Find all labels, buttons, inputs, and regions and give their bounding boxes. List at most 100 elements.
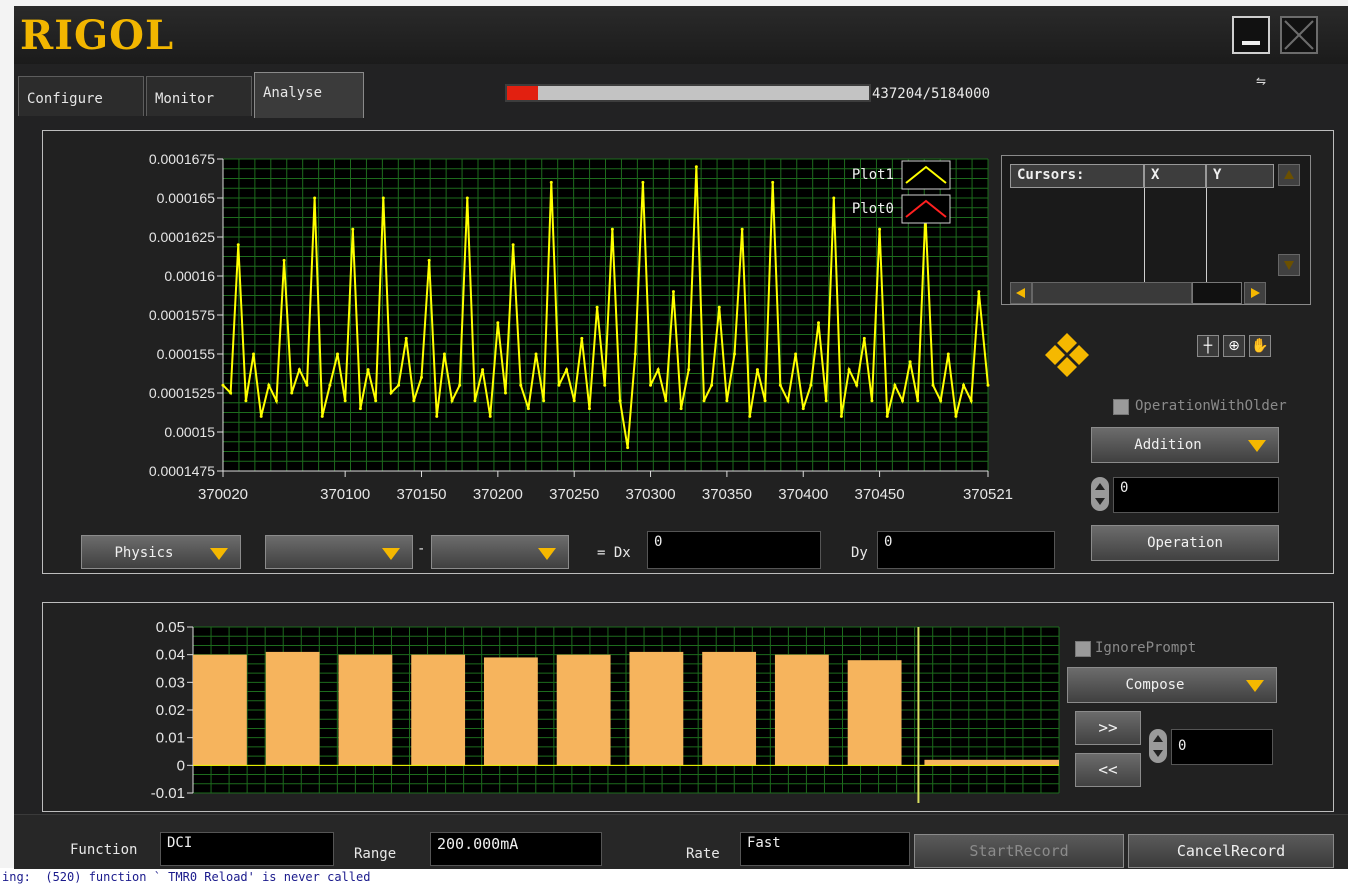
burst-bar (556, 654, 611, 766)
y-tick-label: 0.03 (156, 674, 185, 691)
data-point (328, 383, 332, 387)
source-a-dropdown[interactable] (265, 535, 413, 569)
minimize-button[interactable] (1232, 16, 1270, 54)
arrow-right-icon (1251, 288, 1260, 298)
data-point (473, 399, 477, 403)
burst-bar (338, 654, 393, 766)
rate-field: Fast (740, 832, 910, 866)
zoom-tool-icon[interactable]: ⊕ (1223, 335, 1245, 357)
operation-type-dropdown[interactable]: Addition (1091, 427, 1279, 463)
data-point (267, 383, 271, 387)
burst-bar (411, 654, 466, 766)
horizontal-scrollbar[interactable] (1032, 282, 1192, 304)
data-point (832, 196, 836, 200)
data-point (939, 399, 943, 403)
start-record-button[interactable]: StartRecord (914, 834, 1124, 868)
close-button[interactable] (1280, 16, 1318, 54)
x-tick-label: 370250 (549, 486, 599, 503)
data-point (618, 399, 622, 403)
data-point (794, 352, 798, 356)
compose-dropdown[interactable]: Compose (1067, 667, 1277, 703)
line-chart: 0.0001675 0.000165 0.0001625 0.00016 0.00015… (149, 151, 1013, 503)
source-b-dropdown[interactable] (431, 535, 569, 569)
data-point (954, 414, 958, 418)
close-icon (1284, 20, 1314, 50)
tail-bar (924, 759, 1059, 766)
operand-spinner[interactable] (1091, 477, 1109, 511)
operand-input[interactable]: 0 (1113, 477, 1279, 513)
forward-button[interactable]: >> (1075, 711, 1141, 745)
burst-bar (265, 651, 320, 766)
data-point (603, 383, 607, 387)
y-tick-label: 0.00015 (164, 424, 215, 440)
ignore-prompt-checkbox[interactable] (1075, 641, 1091, 657)
data-point (771, 180, 775, 184)
data-point (229, 391, 233, 395)
analysis-panel: 0.0001675 0.000165 0.0001625 0.00016 0.00015… (42, 130, 1334, 574)
arrow-down-icon (1284, 261, 1294, 270)
back-button[interactable]: << (1075, 753, 1141, 787)
cancel-record-button[interactable]: CancelRecord (1128, 834, 1334, 868)
physics-value: Physics (114, 545, 174, 561)
data-point (626, 446, 630, 450)
data-point (893, 383, 897, 387)
source-b-value (432, 536, 534, 568)
record-progress-text: 437204/5184000 (872, 86, 991, 102)
data-point (763, 399, 767, 403)
data-point (580, 336, 584, 340)
data-point (313, 196, 317, 200)
data-point (481, 368, 485, 372)
scroll-down-button[interactable] (1278, 254, 1300, 276)
data-point (778, 383, 782, 387)
data-point (702, 399, 706, 403)
x-tick-label: 370521 (963, 486, 1013, 503)
data-point (885, 414, 889, 418)
burst-bar (702, 651, 757, 766)
cursors-divider (1206, 188, 1207, 282)
data-point (565, 368, 569, 372)
data-point (931, 383, 935, 387)
scroll-up-button[interactable] (1278, 164, 1300, 186)
y-tick-label: -0.01 (151, 785, 185, 802)
dx-field: 0 (647, 531, 821, 569)
physics-dropdown[interactable]: Physics (81, 535, 241, 569)
data-point (244, 399, 248, 403)
scroll-left-button[interactable] (1010, 282, 1032, 304)
operation-with-older-checkbox[interactable] (1113, 399, 1129, 415)
cursors-column-x: X (1144, 164, 1206, 188)
background-build-output: ing: (520) function ` TMR0 Reload' is ne… (0, 868, 1348, 886)
data-point (641, 180, 645, 184)
step-input[interactable]: 0 (1171, 729, 1273, 765)
data-point (259, 414, 263, 418)
scroll-right-button[interactable] (1244, 282, 1266, 304)
data-point (305, 383, 309, 387)
data-point (916, 399, 920, 403)
operation-button[interactable]: Operation (1091, 525, 1279, 561)
pan-hand-icon[interactable]: ✋ (1249, 335, 1271, 357)
chevron-down-icon (210, 548, 228, 560)
data-point (664, 399, 668, 403)
data-point (908, 360, 912, 364)
data-point (465, 196, 469, 200)
data-point (404, 336, 408, 340)
tab-monitor[interactable]: Monitor (146, 76, 252, 116)
data-point (610, 227, 614, 231)
x-tick-label: 370450 (855, 486, 905, 503)
cursor-tool-icon[interactable]: ┼ (1197, 335, 1219, 357)
data-point (962, 383, 966, 387)
rigol-logo: RIGOL (20, 12, 175, 59)
y-tick-label: 0.04 (156, 647, 185, 664)
scroll-thumb[interactable] (1192, 282, 1242, 304)
data-point (458, 383, 462, 387)
data-point (557, 383, 561, 387)
chevron-down-icon (538, 548, 556, 560)
data-point (656, 368, 660, 372)
data-point (817, 321, 821, 325)
data-point (435, 414, 439, 418)
step-spinner[interactable] (1149, 729, 1167, 763)
tab-analyse[interactable]: Analyse (254, 72, 364, 118)
y-tick-label: 0.0001525 (149, 385, 215, 401)
source-a-value (266, 536, 378, 568)
tab-configure[interactable]: Configure (18, 76, 144, 116)
navigation-diamond-icon[interactable] (1043, 331, 1091, 379)
